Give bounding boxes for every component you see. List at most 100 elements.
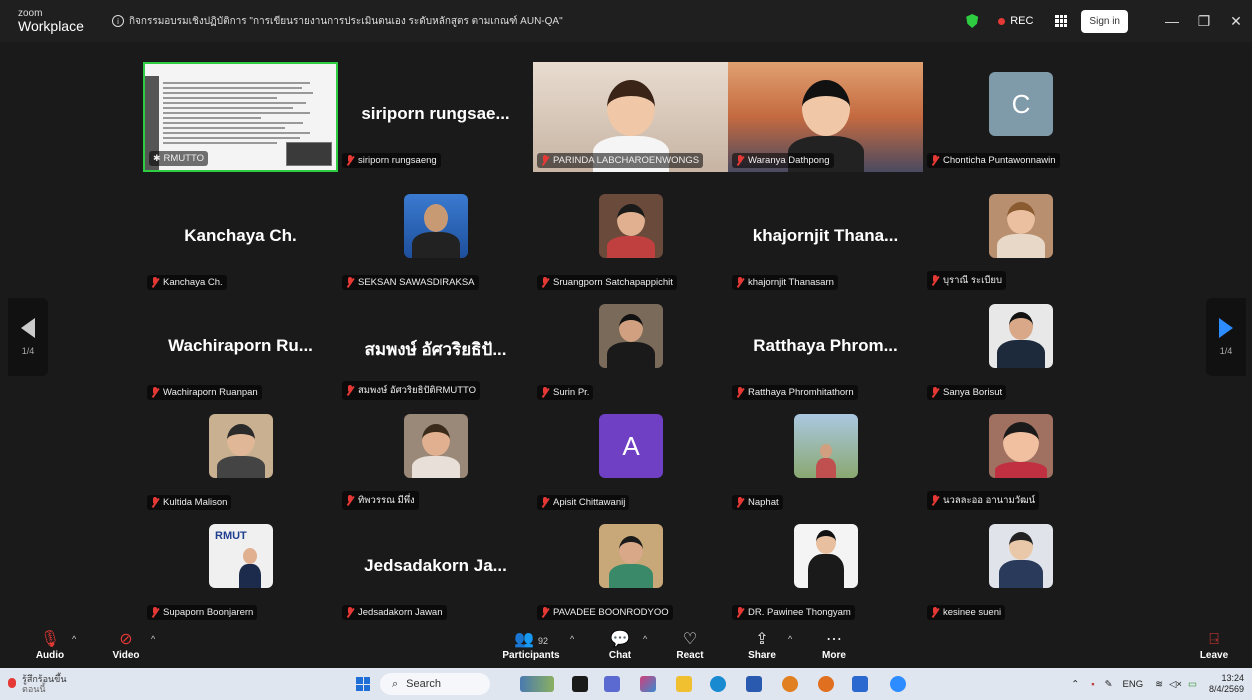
video-tile-supaporn[interactable]: RMUT Supaporn Boonjarern	[143, 514, 338, 624]
video-tile-chonticha[interactable]: C Chonticha Puntawonnawin	[923, 62, 1118, 172]
participants-label: Participants	[502, 649, 560, 661]
apps-grid-icon[interactable]	[1055, 15, 1068, 27]
chat-button[interactable]: 💬 Chat	[600, 622, 640, 668]
react-button[interactable]: ♡ React	[670, 622, 710, 668]
video-tile-wachiraporn[interactable]: Wachiraporn Ru... Wachiraporn Ruanpan	[143, 294, 338, 404]
record-dot-icon	[998, 17, 1006, 25]
security-shield-icon[interactable]	[966, 14, 979, 28]
video-tile-buranee[interactable]: บุราณี ระเบียบ	[923, 184, 1118, 294]
close-icon[interactable]: ✕	[1220, 13, 1252, 30]
clock[interactable]: 13:24 8/4/2569	[1209, 673, 1244, 695]
zoom-app-icon[interactable]	[890, 676, 906, 692]
word-icon[interactable]	[852, 676, 868, 692]
video-tile-sompong[interactable]: สมพงษ์ อัศวริยธิปั... สมพงษ์ อัศวริยธิปั…	[338, 294, 533, 404]
video-tile-kultida[interactable]: Kultida Malison	[143, 404, 338, 514]
participant-display-name: khajornjit Thana...	[752, 226, 899, 245]
video-tile-pawinee[interactable]: DR. Pawinee Thongyam	[728, 514, 923, 624]
clock-time: 13:24	[1221, 673, 1244, 683]
share-label: Share	[748, 649, 776, 661]
video-tile-sruangporn[interactable]: Sruangporn Satchapappichit	[533, 184, 728, 294]
share-button[interactable]: ⇪ Share	[742, 622, 782, 668]
audio-button[interactable]: 🎙 Audio	[32, 622, 68, 668]
info-icon[interactable]: i	[112, 15, 124, 27]
share-screen-icon: ⇪	[755, 630, 769, 648]
chrome-icon-2[interactable]	[818, 676, 834, 692]
pin-icon: ✱	[153, 153, 161, 163]
copilot-icon[interactable]	[640, 676, 656, 692]
recording-indicator[interactable]: REC	[998, 15, 1033, 27]
task-view-icon[interactable]	[572, 676, 588, 692]
react-label: React	[676, 649, 704, 661]
next-page-button[interactable]: 1/4	[1206, 298, 1246, 376]
volume-muted-icon[interactable]: ◁×	[1169, 679, 1182, 690]
video-tile-surin[interactable]: Surin Pr.	[533, 294, 728, 404]
self-view-thumbnail	[286, 142, 332, 166]
chrome-icon[interactable]	[782, 676, 798, 692]
participants-button[interactable]: 👥 92 Participants	[498, 622, 564, 668]
avatar-letter: A	[599, 414, 663, 478]
video-tile-jedsadakorn[interactable]: Jedsadakorn Ja... Jedsadakorn Jawan	[338, 514, 533, 624]
video-tile-pavadee[interactable]: PAVADEE BOONRODYOO	[533, 514, 728, 624]
video-tile-khajornjit[interactable]: khajornjit Thana... khajornjit Thanasarn	[728, 184, 923, 294]
video-tile-tippawan[interactable]: ทิพวรรณ มีพึ่ง	[338, 404, 533, 514]
leave-button[interactable]: ⍈ Leave	[1196, 622, 1232, 668]
battery-icon[interactable]: ▭	[1188, 679, 1197, 690]
sign-in-button[interactable]: Sign in	[1081, 9, 1128, 33]
wifi-icon[interactable]: ≋	[1155, 679, 1163, 690]
participant-label: Waranya Dathpong	[732, 153, 834, 168]
weather-widget[interactable]: รู้สึกร้อนขึ้น ตอนนี้	[8, 674, 66, 694]
video-tile-kesinee[interactable]: kesinee sueni	[923, 514, 1118, 624]
teams-icon[interactable]	[604, 676, 620, 692]
previous-page-button[interactable]: 1/4	[8, 298, 48, 376]
edge-icon[interactable]	[710, 676, 726, 692]
avatar-head	[607, 80, 655, 136]
taskbar-search[interactable]: ⌕ Search	[380, 673, 490, 695]
participant-label: khajornjit Thanasarn	[732, 275, 838, 290]
chevron-up-icon[interactable]: ⌃	[1071, 679, 1079, 690]
more-button[interactable]: ⋯ More	[814, 622, 854, 668]
mic-muted-icon	[541, 497, 549, 508]
widgets-app-icon[interactable]	[520, 676, 554, 692]
video-tile-kanchaya[interactable]: Kanchaya Ch. Kanchaya Ch.	[143, 184, 338, 294]
participant-label: สมพงษ์ อัศวริยธิปัติRMUTTO	[342, 381, 481, 400]
video-tile-waranya[interactable]: Waranya Dathpong	[728, 62, 923, 172]
profile-photo	[404, 414, 468, 478]
video-tile-seksan[interactable]: SEKSAN SAWASDIRAKSA	[338, 184, 533, 294]
participant-label: Surin Pr.	[537, 385, 594, 400]
video-options-caret-icon[interactable]: ^	[151, 634, 155, 644]
participants-options-caret-icon[interactable]: ^	[570, 634, 574, 644]
pen-icon[interactable]: ✎	[1105, 679, 1113, 690]
language-indicator[interactable]: ENG	[1123, 679, 1144, 690]
profile-photo	[404, 194, 468, 258]
participant-display-name: Ratthaya Phrom...	[753, 336, 898, 355]
app-icon-blue[interactable]	[746, 676, 762, 692]
tray-app-icon[interactable]: ▪	[1091, 679, 1094, 690]
video-tile-siriporn[interactable]: siriporn rungsae... siriporn rungsaeng	[338, 62, 533, 172]
video-tile-parinda[interactable]: PARINDA LABCHAROENWONGS	[533, 62, 728, 172]
meeting-info[interactable]: i กิจกรรมอบรมเชิงปฏิบัติการ "การเขียนราย…	[112, 14, 563, 29]
participant-label: Naphat	[732, 495, 783, 510]
participant-label: ✱ RMUTTO	[149, 151, 209, 166]
chat-icon: 💬	[610, 630, 630, 648]
video-tile-apisit[interactable]: A Apisit Chittawanij	[533, 404, 728, 514]
video-tile-nuanla-or[interactable]: นวลละออ อานามวัฒน์	[923, 404, 1118, 514]
mic-muted-icon	[736, 497, 744, 508]
audio-options-caret-icon[interactable]: ^	[72, 634, 76, 644]
profile-photo	[794, 414, 858, 478]
video-tile-ratthaya[interactable]: Ratthaya Phrom... Ratthaya Phromhitathor…	[728, 294, 923, 404]
profile-photo	[599, 304, 663, 368]
file-explorer-icon[interactable]	[676, 676, 692, 692]
video-button[interactable]: ⊘ Video	[108, 622, 144, 668]
video-tile-sanya[interactable]: Sanya Borisut	[923, 294, 1118, 404]
brand-large: Workplace	[18, 18, 84, 34]
meeting-title: กิจกรรมอบรมเชิงปฏิบัติการ "การเขียนรายงา…	[129, 15, 563, 27]
video-tile-rmutto[interactable]: ✱ RMUTTO	[143, 62, 338, 172]
share-options-caret-icon[interactable]: ^	[788, 634, 792, 644]
windows-start-icon[interactable]	[356, 677, 370, 691]
audio-label: Audio	[35, 649, 65, 661]
restore-icon[interactable]: ❐	[1188, 13, 1220, 30]
chevron-right-icon	[1219, 318, 1233, 338]
video-tile-naphat[interactable]: Naphat	[728, 404, 923, 514]
minimize-icon[interactable]: —	[1156, 13, 1188, 29]
chat-options-caret-icon[interactable]: ^	[643, 634, 647, 644]
